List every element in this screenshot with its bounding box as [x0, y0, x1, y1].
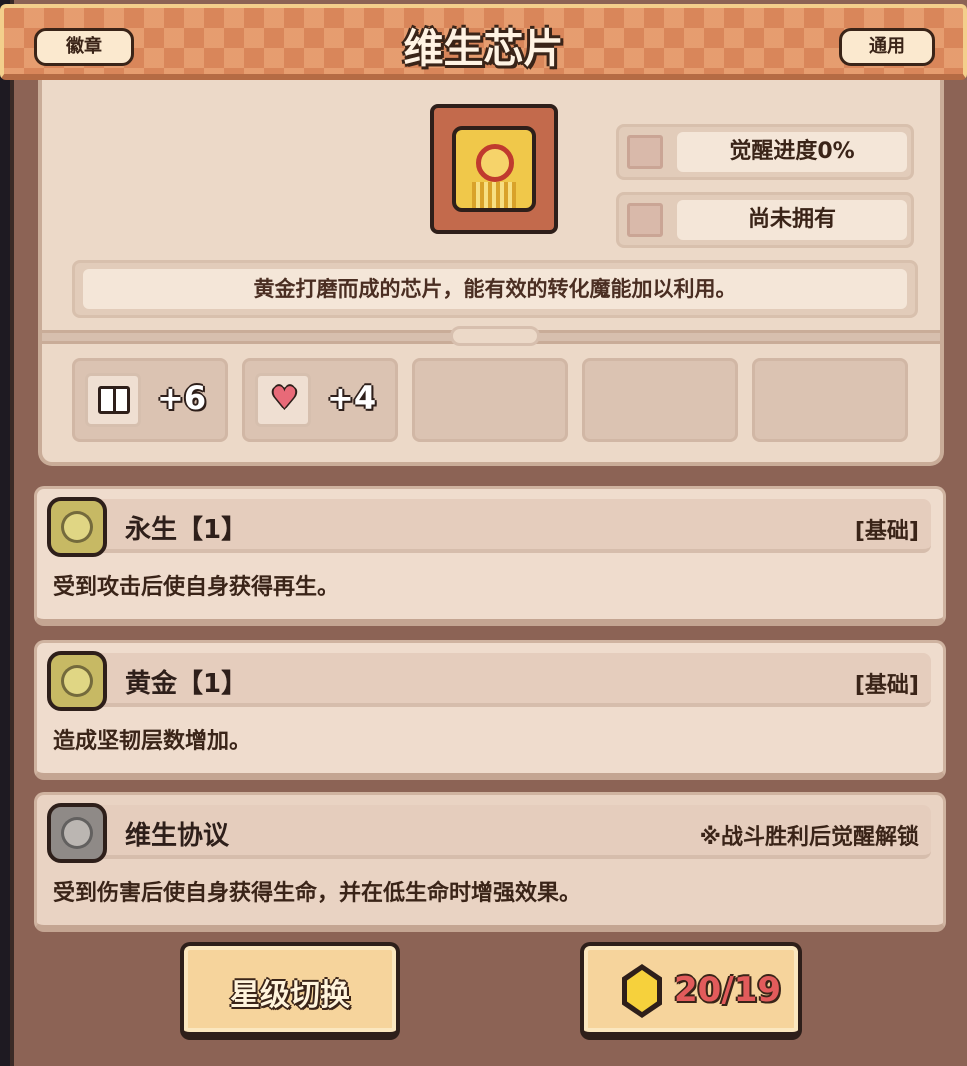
heart-icon: ♥: [271, 381, 298, 416]
awaken-progress-text: 觉醒进度0%: [677, 132, 907, 172]
skill-tag: [基础]: [854, 519, 919, 544]
life-protocol-skill-icon: [47, 803, 107, 863]
skill-card-gold[interactable]: 黄金【1】 [基础] 造成坚韧层数增加。: [34, 640, 946, 780]
skill-header: 维生协议 ※战斗胜利后觉醒解锁: [47, 803, 931, 863]
skill-card-immortal[interactable]: 永生【1】 [基础] 受到攻击后使自身获得再生。: [34, 486, 946, 626]
stat-slot-empty: [582, 358, 738, 442]
skill-description: 受到伤害后使自身获得生命，并在低生命时增强效果。: [53, 881, 582, 906]
general-tag-button[interactable]: 通用: [839, 28, 935, 66]
title-bar: 徽章 维生芯片 通用: [0, 4, 967, 80]
item-description: 黄金打磨而成的芯片，能有效的转化魔能加以利用。: [83, 269, 907, 309]
book-icon: [98, 386, 130, 414]
chip-heart-emblem: [476, 144, 514, 182]
cost-value: 20/19: [674, 970, 782, 1010]
skill-name: 维生协议: [125, 821, 230, 851]
golden-chip-icon: [452, 126, 536, 212]
skill-description: 造成坚韧层数增加。: [53, 729, 252, 754]
stat-value: +4: [327, 379, 377, 417]
item-info-card: 觉醒进度0% 尚未拥有 黄金打磨而成的芯片，能有效的转化魔能加以利用。 +6 ♥…: [38, 80, 944, 466]
item-description-box: 黄金打磨而成的芯片，能有效的转化魔能加以利用。: [72, 260, 918, 318]
gold-skill-icon: [47, 651, 107, 711]
upgrade-cost-button[interactable]: 20/19: [580, 942, 802, 1040]
skill-card-life-protocol[interactable]: 维生协议 ※战斗胜利后觉醒解锁 受到伤害后使自身获得生命，并在低生命时增强效果。: [34, 792, 946, 932]
item-icon-frame: [430, 104, 558, 234]
star-switch-label: 星级切换: [230, 978, 350, 1013]
awaken-progress-row: 觉醒进度0%: [616, 124, 914, 180]
stat-slot-heart: ♥ +4: [242, 358, 398, 442]
skill-unlock-note: ※战斗胜利后觉醒解锁: [699, 825, 919, 850]
stat-slot-book: +6: [72, 358, 228, 442]
skill-header: 黄金【1】 [基础]: [47, 651, 931, 711]
skill-name: 永生【1】: [125, 515, 248, 545]
stat-value: +6: [157, 379, 207, 417]
stat-slot-empty: [412, 358, 568, 442]
divider-ornament: [450, 326, 540, 346]
skill-description: 受到攻击后使自身获得再生。: [53, 575, 340, 600]
page-title: 维生芯片: [403, 26, 564, 72]
stat-icon-box: ♥: [255, 373, 311, 427]
ownership-row: 尚未拥有: [616, 192, 914, 248]
stat-icon-box: [85, 373, 141, 427]
skill-name: 黄金【1】: [125, 669, 248, 699]
skill-header: 永生【1】 [基础]: [47, 497, 931, 557]
chip-stripes: [472, 182, 516, 208]
gem-icon: [622, 964, 662, 1018]
star-switch-button[interactable]: 星级切换: [180, 942, 400, 1040]
ownership-status: 尚未拥有: [677, 200, 907, 240]
grid-icon: [627, 203, 663, 237]
stat-slot-empty: [752, 358, 908, 442]
skill-tag: [基础]: [854, 673, 919, 698]
arrow-up-icon: [627, 135, 663, 169]
immortal-skill-icon: [47, 497, 107, 557]
